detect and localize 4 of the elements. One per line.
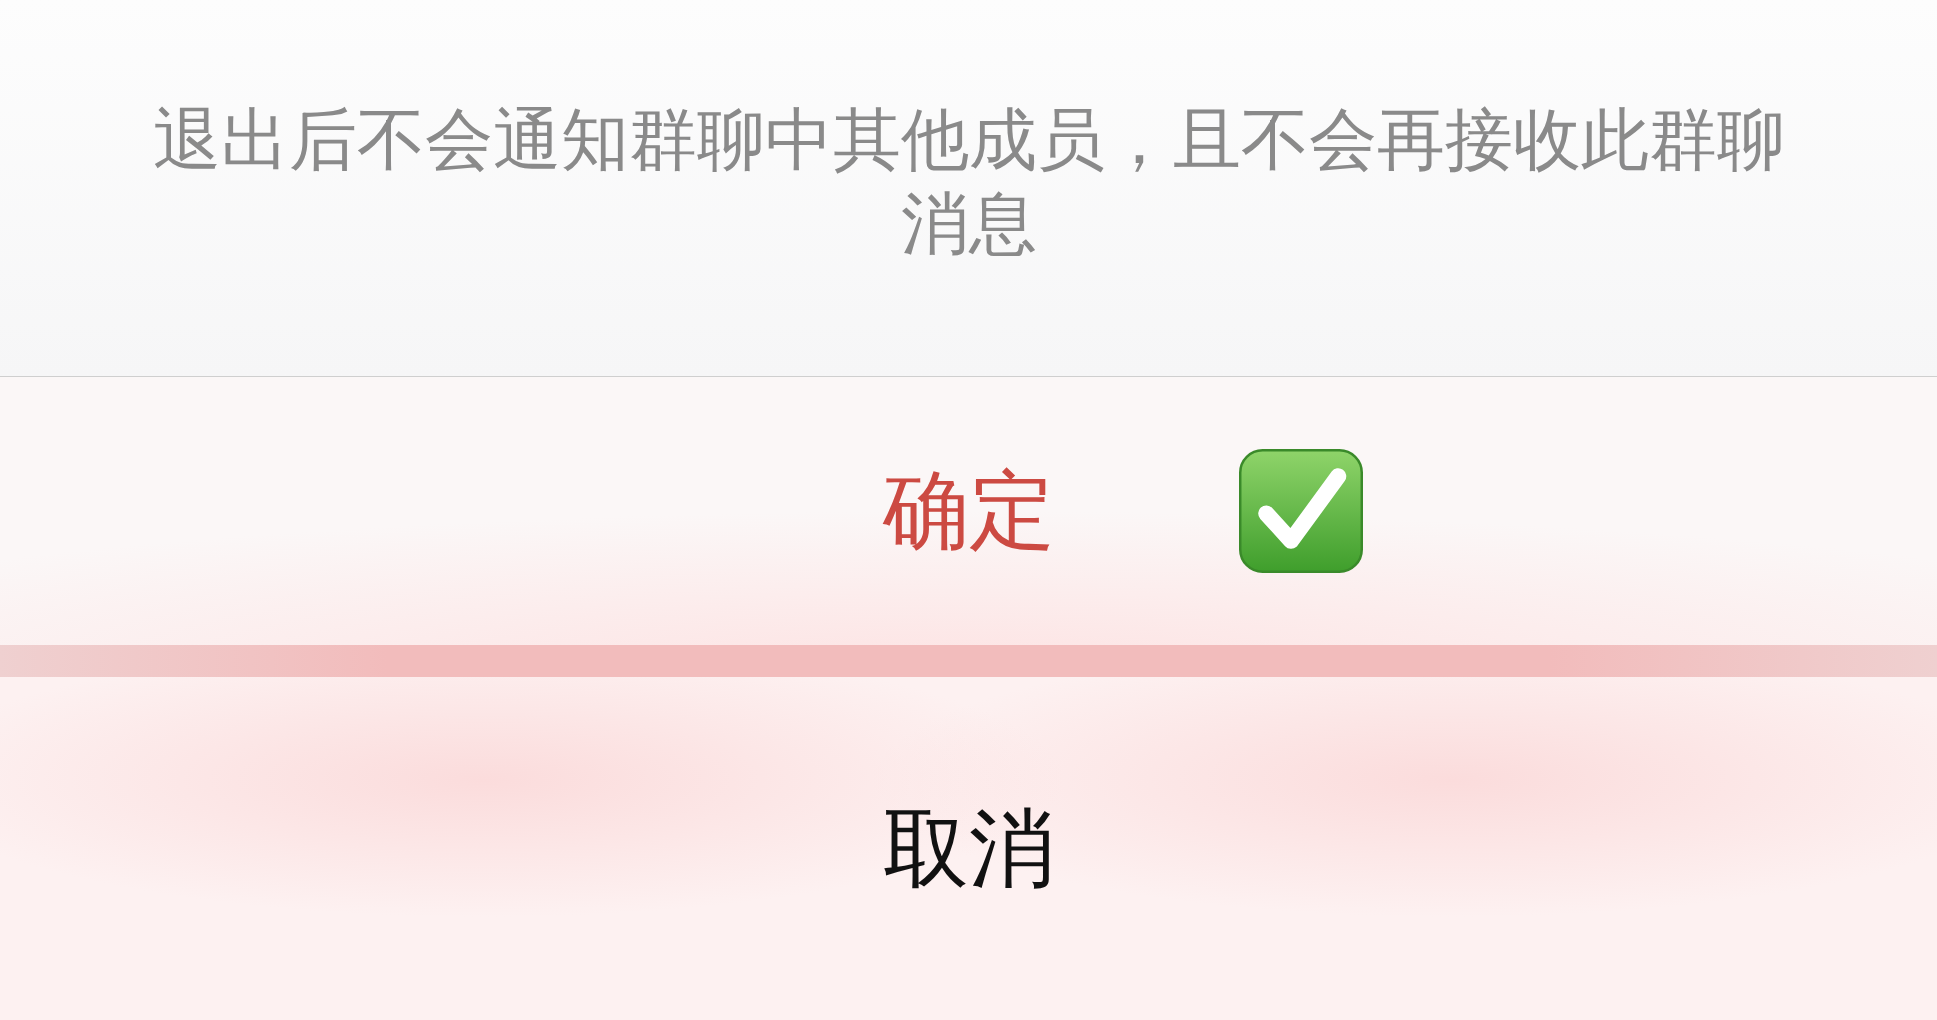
confirm-button[interactable]: 确定	[0, 377, 1937, 645]
check-mark-icon	[1238, 449, 1363, 573]
message-text: 退出后不会通知群聊中其他成员，且不会再接收此群聊消息	[151, 99, 1786, 265]
cancel-button[interactable]: 取消	[0, 677, 1937, 1020]
